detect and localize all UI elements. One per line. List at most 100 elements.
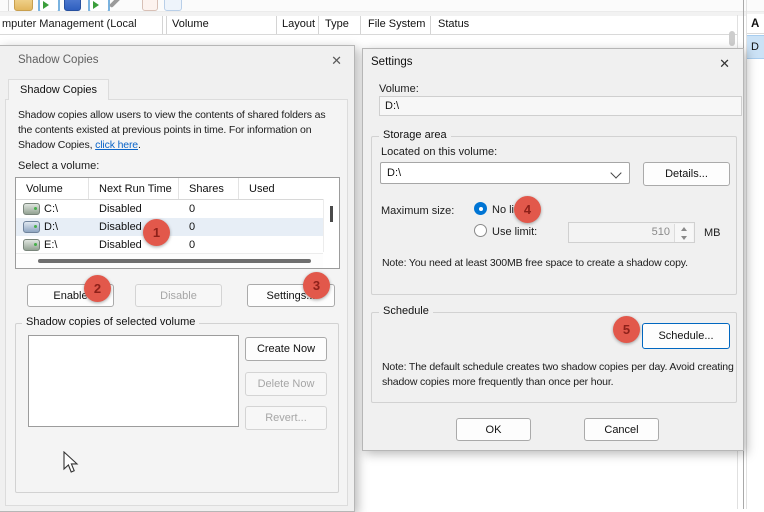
description-text: Shadow copies allow users to view the co… <box>18 108 342 153</box>
delete-now-button[interactable]: Delete Now <box>245 372 327 396</box>
list-scroll-thumb[interactable] <box>729 31 735 46</box>
tree-pane-header: mputer Management (Local <box>2 18 137 30</box>
drive-icon <box>23 239 40 251</box>
located-volume-dropdown[interactable]: D:\ <box>380 162 630 184</box>
actions-pane-selected-item[interactable]: D <box>747 35 764 59</box>
no-limit-radio[interactable] <box>474 202 487 215</box>
drive-icon <box>23 203 40 215</box>
schedule-button[interactable]: Schedule... <box>642 323 730 349</box>
folder-icon[interactable] <box>14 0 33 11</box>
col-shares[interactable]: Shares <box>179 178 239 199</box>
export-list-icon[interactable] <box>38 0 60 12</box>
col-volume[interactable]: Volume <box>16 178 89 199</box>
schedule-note: Note: The default schedule creates two s… <box>382 360 738 390</box>
close-icon[interactable]: ✕ <box>327 51 346 71</box>
column-header-filesystem[interactable]: File System <box>368 18 425 30</box>
wrench-icon[interactable] <box>109 0 123 8</box>
mouse-cursor <box>63 451 80 478</box>
volume-value: D:\ <box>385 100 399 112</box>
limit-spinner[interactable]: 510 <box>568 222 695 243</box>
close-icon[interactable]: ✕ <box>715 54 734 74</box>
schedule-group-label: Schedule <box>379 305 433 317</box>
create-now-button[interactable]: Create Now <box>245 337 327 361</box>
cell-next-run: Disabled <box>89 203 179 215</box>
limit-value: 510 <box>652 226 670 238</box>
green-arrow-icon <box>93 1 99 9</box>
cell-volume: D:\ <box>44 221 58 233</box>
col-next-run-time[interactable]: Next Run Time <box>89 178 179 199</box>
column-header-status[interactable]: Status <box>438 18 469 30</box>
use-limit-radio[interactable] <box>474 224 487 237</box>
cell-volume: C:\ <box>44 203 58 215</box>
help-icon[interactable] <box>142 0 158 11</box>
volume-label: Volume: <box>379 83 419 95</box>
storage-note: Note: You need at least 300MB free space… <box>382 256 734 271</box>
table-row-d-selected[interactable]: D:\ Disabled 0 <box>16 218 339 236</box>
table-horizontal-scrollbar[interactable] <box>16 253 323 268</box>
dropdown-value: D:\ <box>387 167 401 179</box>
column-header-volume[interactable]: Volume <box>172 18 209 30</box>
volume-value-field: D:\ <box>379 96 742 116</box>
shadow-copies-dialog: Shadow Copies ✕ Shadow Copies Shadow cop… <box>0 45 355 512</box>
step-badge-3: 3 <box>303 272 330 299</box>
cell-shares: 0 <box>179 203 239 215</box>
horizontal-scroll-thumb[interactable] <box>38 259 311 263</box>
column-separator[interactable] <box>276 16 277 34</box>
vertical-scroll-thumb[interactable] <box>330 206 333 222</box>
cell-shares: 0 <box>179 239 239 251</box>
actions-pane: A D <box>747 14 764 509</box>
add-icon[interactable] <box>64 0 81 11</box>
select-volume-label: Select a volume: <box>18 160 99 172</box>
pane-divider <box>162 16 163 34</box>
window-icon[interactable] <box>164 0 182 11</box>
mb-unit-label: MB <box>704 227 721 239</box>
col-used[interactable]: Used <box>239 178 321 199</box>
maximum-size-label: Maximum size: <box>381 205 454 217</box>
cancel-button[interactable]: Cancel <box>584 418 659 441</box>
description-part2: . <box>138 139 141 151</box>
actions-pane-header: A <box>751 18 759 30</box>
dialog-title: Settings <box>371 56 413 68</box>
tab-shadow-copies[interactable]: Shadow Copies <box>8 79 109 100</box>
volume-table-header: Volume Next Run Time Shares Used <box>16 178 339 200</box>
shadow-copies-list[interactable] <box>28 335 239 427</box>
ok-button[interactable]: OK <box>456 418 531 441</box>
step-badge-2: 2 <box>84 275 111 302</box>
green-arrow-icon <box>43 1 49 9</box>
chevron-down-icon <box>610 167 621 178</box>
click-here-link[interactable]: click here <box>95 139 138 151</box>
drive-icon <box>23 221 40 233</box>
step-badge-5: 5 <box>613 316 640 343</box>
step-badge-4: 4 <box>514 196 541 223</box>
storage-area-group-label: Storage area <box>379 129 451 141</box>
shadow-copies-group-label: Shadow copies of selected volume <box>22 316 199 328</box>
toolbar-separator <box>8 0 9 11</box>
pane-divider <box>166 16 167 34</box>
spinner-down-icon[interactable] <box>674 233 693 242</box>
tab-label: Shadow Copies <box>20 84 97 96</box>
dialog-title: Shadow Copies <box>18 54 99 66</box>
use-limit-label: Use limit: <box>492 226 537 238</box>
cell-volume: E:\ <box>44 239 57 251</box>
settings-dialog: Settings ✕ Volume: D:\ Storage area Loca… <box>362 48 744 451</box>
located-label: Located on this volume: <box>381 146 497 158</box>
step-badge-1: 1 <box>143 219 170 246</box>
column-header-row: mputer Management (Local Volume Layout T… <box>0 16 737 35</box>
volume-table: Volume Next Run Time Shares Used C:\ Dis… <box>15 177 340 269</box>
table-vertical-scrollbar[interactable] <box>323 199 339 252</box>
actions-pane-border <box>747 33 764 34</box>
column-header-type[interactable]: Type <box>325 18 349 30</box>
column-separator[interactable] <box>318 16 319 34</box>
table-row-e[interactable]: E:\ Disabled 0 <box>16 236 339 254</box>
column-separator[interactable] <box>430 16 431 34</box>
details-button[interactable]: Details... <box>643 162 730 186</box>
column-header-layout[interactable]: Layout <box>282 18 315 30</box>
description-part1: Shadow copies allow users to view the co… <box>18 109 325 151</box>
show-window-icon[interactable] <box>88 0 110 12</box>
revert-button[interactable]: Revert... <box>245 406 327 430</box>
disable-button[interactable]: Disable <box>135 284 222 307</box>
table-row-c[interactable]: C:\ Disabled 0 <box>16 200 339 218</box>
mmc-toolbar <box>0 0 764 12</box>
column-separator[interactable] <box>360 16 361 34</box>
cell-shares: 0 <box>179 221 239 233</box>
